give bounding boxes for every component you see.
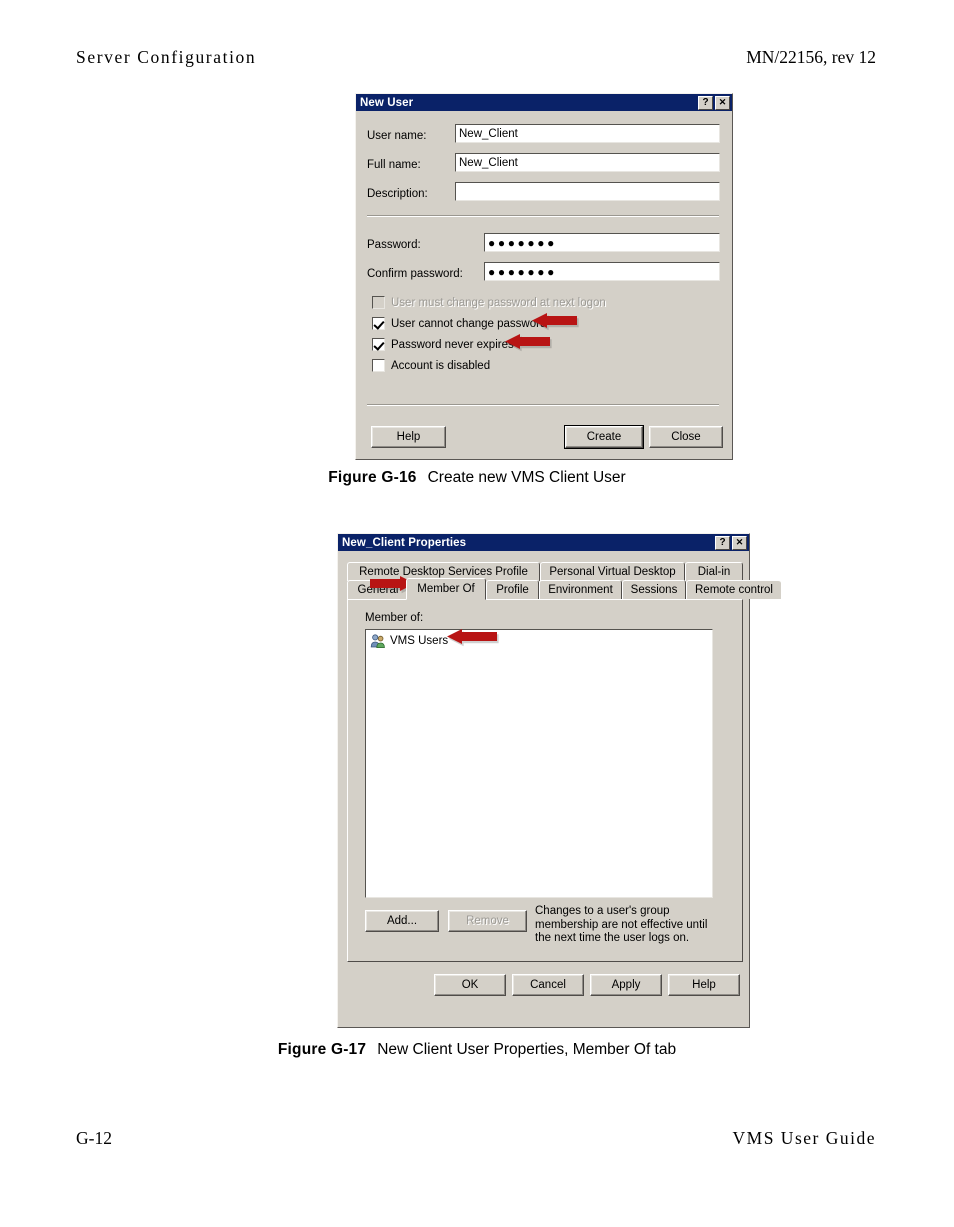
divider-top <box>367 215 719 217</box>
member-of-tab-panel: Member of: VMS Users Add... Remove Chang… <box>347 599 743 962</box>
description-input[interactable] <box>455 182 720 201</box>
checkbox-cannot-change-password[interactable]: User cannot change password <box>372 317 546 330</box>
user-name-input[interactable]: New_Client <box>455 124 720 143</box>
checkbox-must-change-password: User must change password at next logon <box>372 296 606 309</box>
tab-environment[interactable]: Environment <box>539 580 622 599</box>
confirm-password-label: Confirm password: <box>367 268 463 280</box>
checkbox-cannot-change-password-label: User cannot change password <box>391 317 547 330</box>
help-icon[interactable]: ? <box>715 535 730 550</box>
checkbox-cannot-change-password-box[interactable] <box>372 317 385 330</box>
cancel-button[interactable]: Cancel <box>512 974 584 996</box>
close-icon[interactable]: ✕ <box>715 95 730 110</box>
page-footer: G-12 VMS User Guide <box>76 1128 876 1154</box>
membership-note: Changes to a user's group membership are… <box>535 905 708 944</box>
figure-g16-number: Figure G-16 <box>328 469 417 486</box>
new-user-titlebar: New User ? ✕ <box>356 94 732 111</box>
figure-g17-text: New Client User Properties, Member Of ta… <box>377 1041 677 1058</box>
help-icon[interactable]: ? <box>698 95 713 110</box>
checkbox-password-never-expires[interactable]: Password never expires <box>372 338 514 351</box>
create-button[interactable]: Create <box>564 425 644 449</box>
password-input[interactable]: ●●●●●●● <box>484 233 720 252</box>
divider-bottom <box>367 404 719 406</box>
list-item[interactable]: VMS Users <box>366 630 712 649</box>
ok-button[interactable]: OK <box>434 974 506 996</box>
list-item-label: VMS Users <box>390 635 449 647</box>
new-user-dialog: New User ? ✕ User name: Full name: Descr… <box>355 93 733 460</box>
add-button[interactable]: Add... <box>365 910 439 932</box>
figure-g17-number: Figure G-17 <box>277 1041 367 1058</box>
group-icon <box>370 634 385 648</box>
tab-sessions[interactable]: Sessions <box>622 580 686 599</box>
tab-personal-virtual-desktop[interactable]: Personal Virtual Desktop <box>540 562 685 581</box>
tab-remote-control[interactable]: Remote control <box>686 580 781 599</box>
password-label: Password: <box>367 239 421 251</box>
properties-dialog: New_Client Properties ? ✕ Remote Desktop… <box>337 533 781 1028</box>
tab-dial-in[interactable]: Dial-in <box>685 562 743 581</box>
checkbox-must-change-password-box <box>372 296 385 309</box>
remove-button: Remove <box>448 910 527 932</box>
properties-titlebar: New_Client Properties ? ✕ <box>338 534 749 551</box>
checkbox-password-never-expires-label: Password never expires <box>391 338 514 351</box>
properties-title: New_Client Properties <box>342 536 467 549</box>
member-of-label: Member of: <box>365 612 424 624</box>
confirm-password-input[interactable]: ●●●●●●● <box>484 262 720 281</box>
figure-g16-text: Create new VMS Client User <box>427 469 626 486</box>
figure-g16-caption: Figure G-16 Create new VMS Client User <box>0 469 954 487</box>
header-chapter-title: Server Configuration <box>76 47 257 67</box>
footer-document-title: VMS User Guide <box>732 1128 876 1148</box>
checkbox-account-disabled-label: Account is disabled <box>391 359 491 372</box>
figure-g17-caption: Figure G-17 New Client User Properties, M… <box>0 1041 954 1059</box>
new-user-title: New User <box>360 96 414 109</box>
member-of-listbox[interactable]: VMS Users <box>365 629 713 898</box>
checkbox-must-change-password-label: User must change password at next logon <box>391 296 606 309</box>
password-masked-value: ●●●●●●● <box>488 235 557 250</box>
description-label: Description: <box>367 188 428 200</box>
checkbox-password-never-expires-box[interactable] <box>372 338 385 351</box>
tab-general[interactable]: General <box>347 580 409 599</box>
confirm-password-masked-value: ●●●●●●● <box>488 264 557 279</box>
apply-button[interactable]: Apply <box>590 974 662 996</box>
close-icon[interactable]: ✕ <box>732 535 747 550</box>
properties-help-button[interactable]: Help <box>668 974 740 996</box>
page-number: G-12 <box>76 1128 112 1148</box>
checkbox-account-disabled[interactable]: Account is disabled <box>372 359 490 372</box>
user-name-label: User name: <box>367 130 427 142</box>
full-name-input[interactable]: New_Client <box>455 153 720 172</box>
tab-profile[interactable]: Profile <box>486 580 539 599</box>
help-button[interactable]: Help <box>371 426 446 448</box>
tab-member-of[interactable]: Member Of <box>406 578 486 600</box>
full-name-label: Full name: <box>367 159 421 171</box>
close-button[interactable]: Close <box>649 426 723 448</box>
checkbox-account-disabled-box[interactable] <box>372 359 385 372</box>
page-header: Server Configuration MN/22156, rev 12 <box>76 47 876 73</box>
header-document-number: MN/22156, rev 12 <box>746 47 876 67</box>
